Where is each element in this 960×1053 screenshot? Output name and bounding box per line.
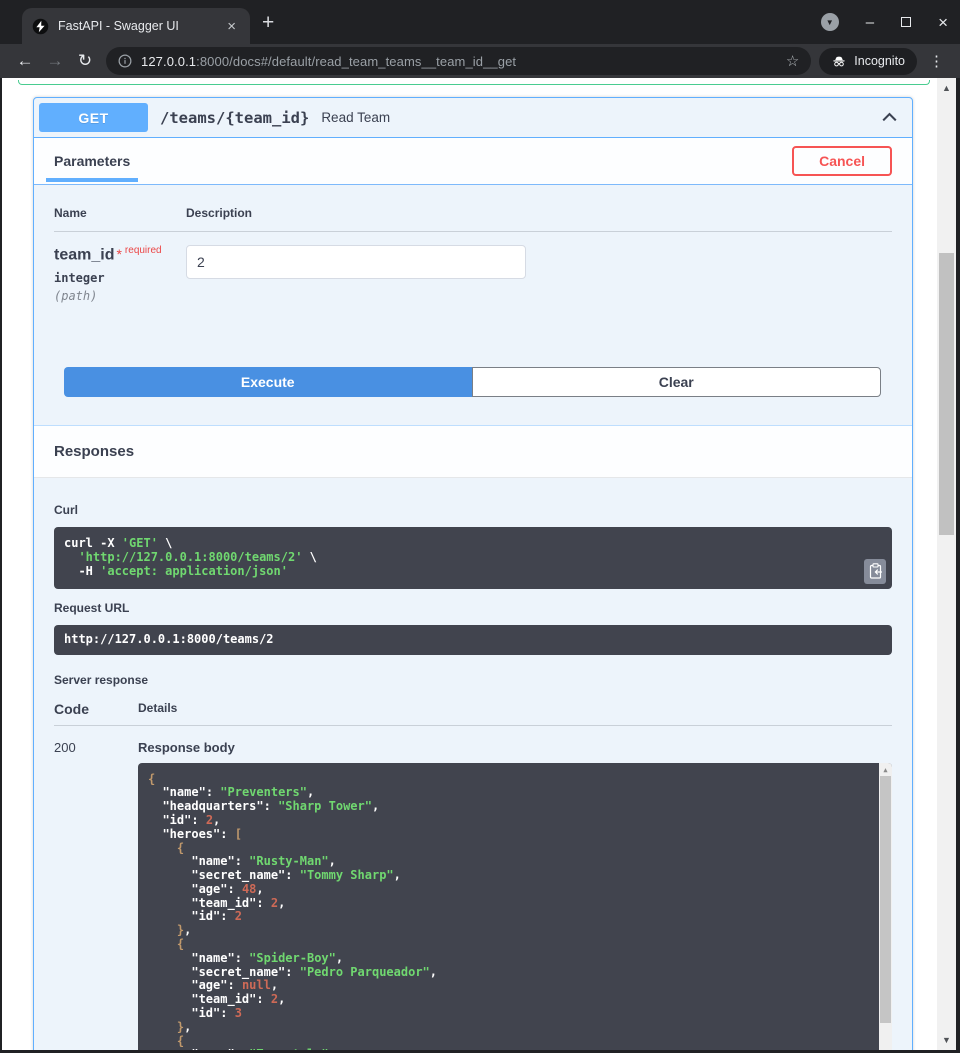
parameters-table: Name Description team_id* required intege… xyxy=(34,185,912,303)
request-url-label: Request URL xyxy=(54,601,892,615)
clear-button[interactable]: Clear xyxy=(472,367,882,397)
close-window-button[interactable]: × xyxy=(938,14,948,31)
endpoint-path: /teams/{team_id} xyxy=(160,109,309,127)
parameter-location: (path) xyxy=(54,289,186,303)
previous-endpoint-edge xyxy=(18,80,930,85)
browser-tab-bar: FastAPI - Swagger UI × + ▼ – × xyxy=(0,0,960,44)
parameter-type: integer xyxy=(54,271,186,285)
page-scrollbar-thumb[interactable] xyxy=(939,253,954,535)
copy-to-clipboard-button[interactable] xyxy=(864,559,886,584)
status-code: 200 xyxy=(54,740,138,1050)
minimize-button[interactable]: – xyxy=(866,15,874,30)
execute-button[interactable]: Execute xyxy=(64,367,472,397)
browser-menu-icon[interactable]: ⋮ xyxy=(923,52,950,70)
response-row: 200 Response body { "name": "Preventers"… xyxy=(54,726,892,1050)
back-button[interactable]: ← xyxy=(10,51,40,71)
required-label: required xyxy=(125,245,162,256)
bookmark-star-icon[interactable]: ☆ xyxy=(786,52,799,70)
response-json: { "name": "Preventers", "headquarters": … xyxy=(148,772,437,1050)
page-scrollbar[interactable]: ▲ ▼ xyxy=(937,78,956,1050)
parameters-section-header: Parameters Cancel xyxy=(34,138,912,185)
team-id-input[interactable] xyxy=(186,245,526,279)
collapse-chevron-icon[interactable] xyxy=(881,109,898,126)
parameter-name: team_id xyxy=(54,246,114,263)
code-column-header: Code xyxy=(54,701,138,717)
maximize-button[interactable] xyxy=(901,17,911,27)
responses-body: Curl curl -X 'GET' \ 'http://127.0.0.1:8… xyxy=(34,478,912,1050)
browser-toolbar: ← → ↻ 127.0.0.1:8000/docs#/default/read_… xyxy=(0,44,960,78)
url-text: 127.0.0.1:8000/docs#/default/read_team_t… xyxy=(141,54,777,69)
cancel-button[interactable]: Cancel xyxy=(792,146,892,176)
url-bar[interactable]: 127.0.0.1:8000/docs#/default/read_team_t… xyxy=(106,47,811,75)
server-response-label: Server response xyxy=(54,673,892,687)
fastapi-favicon-icon xyxy=(32,18,49,35)
request-url-code: http://127.0.0.1:8000/teams/2 xyxy=(54,625,892,655)
details-column-header: Details xyxy=(138,701,177,717)
forward-button[interactable]: → xyxy=(40,51,70,71)
incognito-badge: Incognito xyxy=(819,48,917,75)
required-star: * xyxy=(116,246,121,262)
page-scroll-down-icon[interactable]: ▼ xyxy=(937,1032,956,1048)
swagger-page: GET /teams/{team_id} Read Team Parameter… xyxy=(2,78,956,1050)
response-body-label: Response body xyxy=(138,740,892,755)
page-info-icon[interactable] xyxy=(118,54,132,68)
page-scroll-up-icon[interactable]: ▲ xyxy=(937,80,956,96)
response-body-code[interactable]: { "name": "Preventers", "headquarters": … xyxy=(138,763,892,1050)
incognito-label: Incognito xyxy=(854,54,905,68)
response-body-scrollbar[interactable]: ▲ xyxy=(879,763,892,1050)
parameter-row: team_id* required integer (path) xyxy=(54,232,892,303)
description-column-header: Description xyxy=(186,206,252,220)
reload-button[interactable]: ↻ xyxy=(70,51,100,71)
tab-close-icon[interactable]: × xyxy=(223,17,240,36)
responses-section-title: Responses xyxy=(34,425,912,478)
endpoint-summary: Read Team xyxy=(321,110,390,125)
browser-update-icon[interactable]: ▼ xyxy=(821,13,839,31)
name-column-header: Name xyxy=(54,206,186,220)
tab-parameters[interactable]: Parameters xyxy=(46,153,138,169)
opblock-summary[interactable]: GET /teams/{team_id} Read Team xyxy=(34,98,912,138)
response-scrollbar-thumb[interactable] xyxy=(880,776,891,1023)
incognito-icon xyxy=(831,53,847,69)
new-tab-button[interactable]: + xyxy=(262,11,274,35)
browser-tab[interactable]: FastAPI - Swagger UI × xyxy=(22,8,250,44)
method-badge: GET xyxy=(39,103,148,132)
tab-title: FastAPI - Swagger UI xyxy=(58,19,214,33)
opblock-get-teams: GET /teams/{team_id} Read Team Parameter… xyxy=(33,97,913,1050)
curl-label: Curl xyxy=(54,503,892,517)
scroll-up-icon[interactable]: ▲ xyxy=(879,764,892,776)
curl-command-code: curl -X 'GET' \ 'http://127.0.0.1:8000/t… xyxy=(54,527,892,588)
